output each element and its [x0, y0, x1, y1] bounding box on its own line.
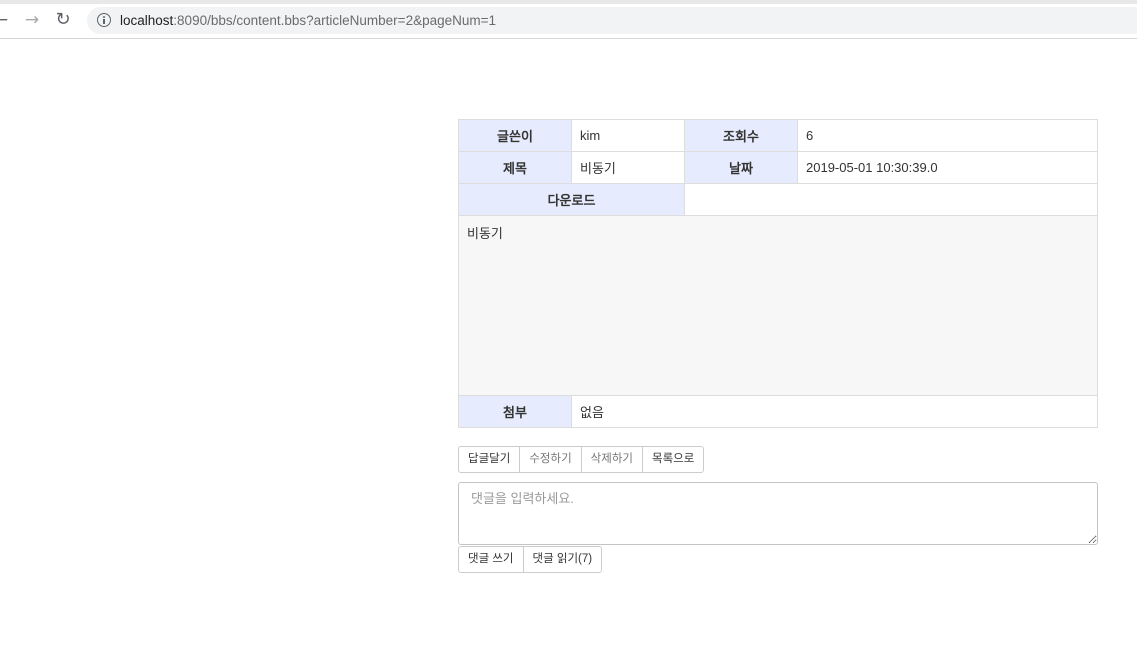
edit-button[interactable]: 수정하기	[519, 446, 582, 473]
address-bar[interactable]: localhost:8090/bbs/content.bbs?articleNu…	[87, 7, 1137, 34]
table-row: 글쓴이 kim 조회수 6	[458, 119, 1098, 152]
download-label: 다운로드	[458, 183, 685, 216]
info-icon[interactable]	[97, 13, 111, 27]
back-arrow-icon[interactable]: ←	[0, 9, 11, 31]
article-actions: 답글달기 수정하기 삭제하기 목록으로	[458, 446, 705, 473]
table-row: 비동기	[458, 215, 1098, 396]
table-row: 제목 비동기 날짜 2019-05-01 10:30:39.0	[458, 151, 1098, 184]
browser-toolbar: ← → ↻ localhost:8090/bbs/content.bbs?art…	[0, 0, 1137, 39]
writer-label: 글쓴이	[458, 119, 572, 152]
table-row: 다운로드	[458, 183, 1098, 216]
date-value: 2019-05-01 10:30:39.0	[797, 151, 1098, 184]
reload-icon[interactable]: ↻	[53, 9, 73, 31]
list-button[interactable]: 목록으로	[641, 446, 705, 473]
article-content: 비동기	[458, 215, 1098, 396]
forward-arrow-icon[interactable]: →	[22, 9, 42, 31]
attach-label: 첨부	[458, 395, 572, 428]
write-comment-button[interactable]: 댓글 쓰기	[458, 546, 524, 573]
attach-value: 없음	[571, 395, 1098, 428]
comment-actions: 댓글 쓰기 댓글 읽기(7)	[458, 546, 603, 573]
read-comments-button[interactable]: 댓글 읽기(7)	[522, 546, 603, 573]
download-value[interactable]	[684, 183, 1098, 216]
writer-value: kim	[571, 119, 685, 152]
title-label: 제목	[458, 151, 572, 184]
url-path: :8090/bbs/content.bbs?articleNumber=2&pa…	[173, 13, 497, 28]
hit-value: 6	[797, 119, 1098, 152]
comment-input[interactable]	[458, 482, 1098, 545]
url-text[interactable]: localhost:8090/bbs/content.bbs?articleNu…	[120, 12, 496, 29]
table-row: 첨부 없음	[458, 395, 1098, 428]
url-host: localhost	[120, 13, 174, 28]
reply-button[interactable]: 답글달기	[458, 446, 521, 473]
hit-label: 조회수	[684, 119, 798, 152]
title-value: 비동기	[571, 151, 685, 184]
article-table: 글쓴이 kim 조회수 6 제목 비동기 날짜 2019-05-01 10:30…	[458, 119, 1098, 428]
tab-strip	[0, 0, 1137, 4]
date-label: 날짜	[684, 151, 798, 184]
delete-button[interactable]: 삭제하기	[580, 446, 643, 473]
